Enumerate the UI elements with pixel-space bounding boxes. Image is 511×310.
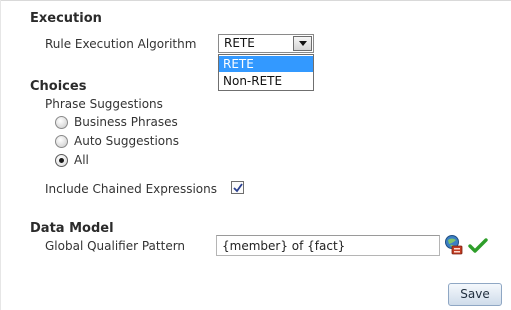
qualifier-pattern-input[interactable] [216,235,440,256]
chained-expressions-checkbox[interactable] [231,181,244,194]
algorithm-dropdown-list: RETE Non-RETE [218,54,314,91]
radio-label-auto-suggestions: Auto Suggestions [74,134,180,148]
left-border [0,0,1,310]
checkmark-icon [233,183,243,193]
algorithm-select[interactable]: RETE [218,34,314,53]
top-border [0,0,511,1]
expression-builder-icon[interactable] [444,234,464,259]
chevron-down-icon[interactable] [293,36,312,51]
radio-business-phrases[interactable] [55,116,68,129]
radio-all[interactable] [55,154,68,167]
algorithm-select-value: RETE [224,36,255,50]
section-heading-choices: Choices [30,79,87,94]
chained-expressions-label: Include Chained Expressions [45,182,217,196]
algorithm-label: Rule Execution Algorithm [45,37,197,51]
validate-check-icon[interactable] [468,238,488,257]
phrase-suggestions-label: Phrase Suggestions [45,97,163,111]
radio-label-business-phrases: Business Phrases [74,115,178,129]
qualifier-pattern-label: Global Qualifier Pattern [45,239,186,253]
radio-auto-suggestions[interactable] [55,135,68,148]
section-heading-execution: Execution [30,11,102,26]
radio-selected-dot [59,158,64,163]
section-heading-data-model: Data Model [30,221,114,236]
save-button[interactable]: Save [448,283,502,306]
dropdown-option-rete[interactable]: RETE [219,56,313,72]
dropdown-option-non-rete[interactable]: Non-RETE [219,73,313,89]
radio-label-all: All [74,153,89,167]
